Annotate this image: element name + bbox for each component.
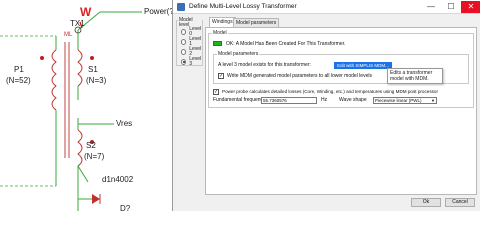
model-group-title: Model <box>212 30 228 36</box>
close-button[interactable]: ✕ <box>461 1 480 13</box>
transformer-dialog: Define Multi-Level Lossy Transformer — ☐… <box>172 0 480 211</box>
model-parameters-title: Model parameters <box>217 51 260 57</box>
title-bar[interactable]: Define Multi-Level Lossy Transformer — ☐… <box>173 0 480 14</box>
wave-shape-label: Wave shape <box>339 97 367 103</box>
cancel-button[interactable]: Cancel <box>445 198 475 207</box>
s2-label: S2 <box>86 141 96 150</box>
power-probe-checkbox[interactable]: ✓ <box>213 89 219 95</box>
radio-icon[interactable] <box>181 49 187 55</box>
p1-turns: (N=52) <box>6 76 31 85</box>
level-3-radio[interactable]: Level 3 <box>181 57 202 67</box>
dialog-title: Define Multi-Level Lossy Transformer <box>189 3 297 10</box>
frequency-unit: Hz <box>321 97 328 103</box>
windings-panel: Model OK: A Model Has Been Created For T… <box>205 27 477 195</box>
frequency-input[interactable]: 55.7360576 <box>261 97 317 104</box>
s2-turns: (N=7) <box>84 152 105 161</box>
edit-with-mdm-button[interactable]: Edit with SIMPLIS MDM... <box>334 62 392 69</box>
edit-tooltip: Edits a transformer model with MDM. <box>387 68 443 84</box>
tooltip-line-2: model with MDM. <box>390 76 429 82</box>
model-level-group: Model level Level 0 Level 1 Level 2 Leve… <box>176 18 203 67</box>
tab-model-parameters[interactable]: Model parameters <box>233 18 280 27</box>
power-label: Power(? <box>144 7 174 16</box>
s1-turns: (N=3) <box>86 76 107 85</box>
level-3-label: Level 3 <box>189 56 202 67</box>
power-probe-label: Power probe calculates detailed losses (… <box>222 89 439 94</box>
schematic-canvas[interactable]: TX1 ML W Power(? P1 (N=52) S1 (N=3) Vres… <box>0 0 174 213</box>
wave-shape-value: Piecewise linear (PWL) <box>375 98 422 103</box>
vres-label: Vres <box>116 119 133 128</box>
s1-label: S1 <box>88 65 98 74</box>
d-label: D? <box>120 204 131 213</box>
app-icon <box>177 3 185 11</box>
chevron-down-icon: ▼ <box>431 98 435 103</box>
radio-selected-icon[interactable] <box>181 59 187 65</box>
write-mdm-label: Write MDM generated model parameters to … <box>227 73 372 79</box>
status-text: OK: A Model Has Been Created For This Tr… <box>226 41 346 47</box>
power-probe-group: ✓ Power probe calculates detailed losses… <box>208 86 474 108</box>
radio-icon[interactable] <box>181 39 187 45</box>
wave-shape-select[interactable]: Piecewise linear (PWL) ▼ <box>373 97 437 104</box>
p1-label: P1 <box>14 65 24 74</box>
radio-icon[interactable] <box>181 29 187 35</box>
ok-button[interactable]: Ok <box>411 198 441 207</box>
w-probe-label: W <box>80 5 92 19</box>
level-exists-text: A level 3 model exists for this transfor… <box>218 62 311 68</box>
ml-label: ML <box>64 32 73 38</box>
minimize-button[interactable]: — <box>421 1 441 13</box>
write-mdm-checkbox[interactable]: ✓ <box>218 73 224 79</box>
status-indicator <box>213 41 222 46</box>
frequency-label: Fundamental frequency <box>213 97 266 103</box>
diode-label: d1n4002 <box>102 175 134 184</box>
maximize-button[interactable]: ☐ <box>441 1 461 13</box>
tx-label: TX1 <box>70 19 85 28</box>
schematic-drawing <box>0 11 142 211</box>
tab-windings[interactable]: Windings <box>209 17 236 27</box>
